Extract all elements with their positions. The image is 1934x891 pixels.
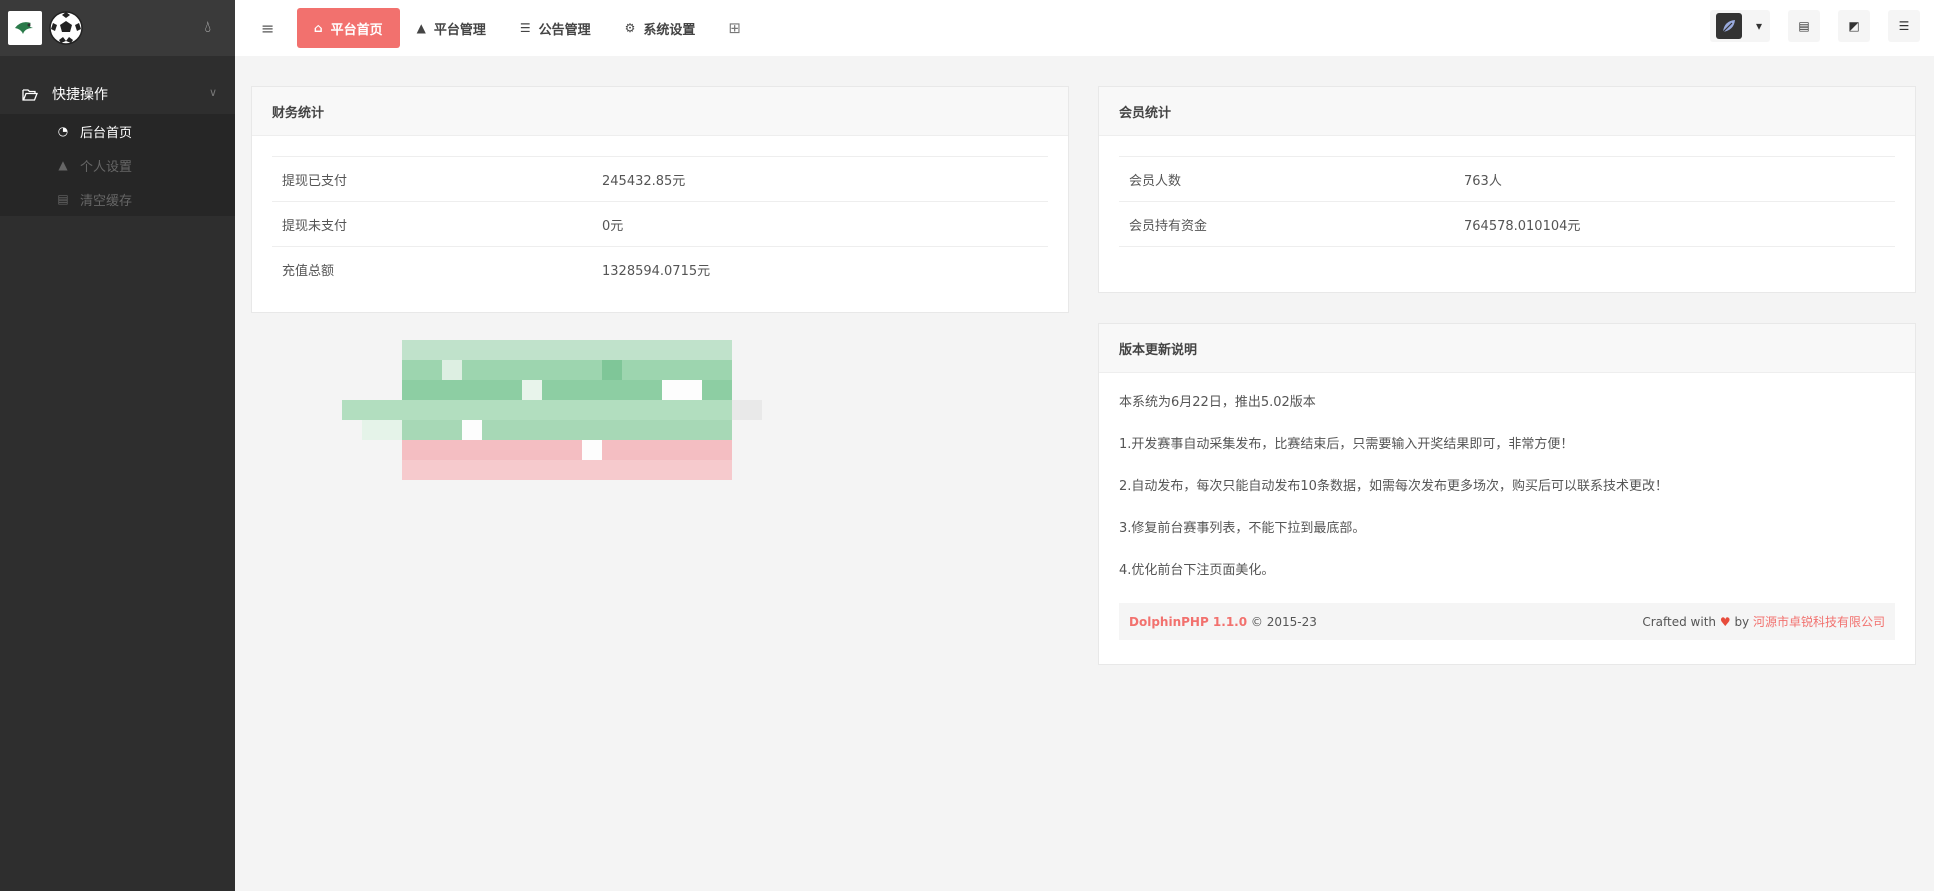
sidebar-item-clear-cache[interactable]: ▤ 清空缓存: [0, 182, 235, 216]
trash-icon: ▤: [1798, 19, 1810, 33]
chevron-down-icon: ∨: [208, 86, 217, 99]
row-label: 提现未支付: [272, 201, 592, 247]
note-line: 1.开发赛事自动采集发布，比赛结束后，只需要输入开奖结果即可，非常方便！: [1119, 437, 1574, 452]
row-value: 0元: [592, 201, 1048, 247]
leaf-icon: [1722, 20, 1735, 33]
brand-logo[interactable]: [8, 11, 42, 45]
sidebar-submenu: ◔ 后台首页 ▲ 个人设置 ▤ 清空缓存: [0, 114, 235, 216]
copyright-text: © 2015-23: [1250, 614, 1317, 629]
brand-link[interactable]: DolphinPHP 1.1.0: [1129, 615, 1247, 629]
note-line: 4.优化前台下注页面美化。: [1119, 563, 1275, 578]
sidebar-item-label: 清空缓存: [80, 193, 133, 209]
menu-toggle-icon[interactable]: ≡: [261, 19, 277, 38]
card-title: 会员统计: [1099, 87, 1915, 136]
settings-panel-button[interactable]: ☰: [1888, 10, 1920, 42]
nav-label: 平台首页: [330, 22, 383, 38]
user-icon: ▲: [58, 158, 68, 172]
note-line: 2.自动发布，每次只能自动发布10条数据，如需每次发布更多场次，购买后可以联系技…: [1119, 479, 1668, 494]
sidebar-group-shortcuts[interactable]: 快捷操作 ∨: [0, 74, 235, 114]
dashboard-icon: ◔: [57, 124, 69, 138]
pixelated-banner-image: [342, 340, 762, 480]
sliders-icon: ☰: [1898, 19, 1910, 33]
finance-stats-card: 财务统计 提现已支付 245432.85元 提现未支付 0元 充值总额 1328…: [251, 86, 1069, 313]
gear-icon: ⚙: [624, 21, 636, 35]
sidebar-menu: 快捷操作 ∨ ◔ 后台首页 ▲ 个人设置 ▤ 清空缓存: [0, 56, 235, 216]
sidebar-group-label: 快捷操作: [52, 87, 108, 103]
theme-drop-icon[interactable]: 💧︎: [205, 17, 211, 37]
by-text: by: [1734, 615, 1750, 629]
apps-grid-icon[interactable]: ⊞: [728, 19, 741, 37]
card-title: 财务统计: [252, 87, 1068, 136]
table-row: 充值总额 1328594.0715元: [272, 246, 1048, 292]
row-value: 764578.010104元: [1454, 201, 1895, 247]
card-title: 版本更新说明: [1099, 324, 1915, 373]
external-link-button[interactable]: ◩: [1838, 10, 1870, 42]
row-value: 1328594.0715元: [592, 246, 1048, 292]
user-menu-button[interactable]: ▾: [1710, 10, 1770, 42]
sidebar-logo: 💧︎: [0, 0, 235, 56]
folder-open-icon: [22, 88, 38, 101]
sidebar-item-label: 个人设置: [80, 159, 133, 175]
soccer-ball-icon: [49, 11, 83, 45]
note-line: 本系统为6月22日，推出5.02版本: [1119, 395, 1316, 410]
row-label: 提现已支付: [272, 156, 592, 202]
table-row: 提现未支付 0元: [272, 201, 1048, 247]
heart-icon: ♥: [1719, 615, 1731, 629]
nav-label: 系统设置: [643, 22, 696, 38]
user-icon: ▲: [416, 21, 426, 35]
nav-label: 平台管理: [433, 22, 486, 38]
sidebar-item-dashboard[interactable]: ◔ 后台首页: [0, 114, 235, 148]
trash-icon: ▤: [57, 192, 69, 206]
finance-table: 提现已支付 245432.85元 提现未支付 0元 充值总额 1328594.0…: [272, 156, 1048, 292]
row-label: 会员人数: [1119, 156, 1454, 202]
nav-platform-management[interactable]: ▲ 平台管理: [400, 8, 503, 48]
row-label: 充值总额: [272, 246, 592, 292]
external-link-icon: ◩: [1848, 19, 1860, 33]
version-notes-card: 版本更新说明 本系统为6月22日，推出5.02版本 1.开发赛事自动采集发布，比…: [1098, 323, 1916, 665]
caret-down-icon: ▾: [1755, 19, 1762, 33]
avatar: [1716, 13, 1742, 39]
row-value: 245432.85元: [592, 156, 1048, 202]
footer-left: DolphinPHP 1.1.0 © 2015-23: [1129, 615, 1317, 629]
member-stats-card: 会员统计 会员人数 763人 会员持有资金 764578.010104元: [1098, 86, 1916, 293]
notes-body: 本系统为6月22日，推出5.02版本 1.开发赛事自动采集发布，比赛结束后，只需…: [1099, 373, 1915, 660]
footer-right: Crafted with ♥ by 河源市卓锐科技有限公司: [1642, 613, 1885, 630]
eagle-icon: [15, 22, 33, 34]
sidebar-item-profile[interactable]: ▲ 个人设置: [0, 148, 235, 182]
nav-announcement-management[interactable]: ☰ 公告管理: [503, 8, 608, 48]
table-row: 会员持有资金 764578.010104元: [1119, 201, 1895, 247]
home-icon: ⌂: [314, 21, 323, 35]
list-icon: ☰: [519, 21, 531, 35]
table-row: 提现已支付 245432.85元: [272, 156, 1048, 202]
row-label: 会员持有资金: [1119, 201, 1454, 247]
sidebar: 💧︎ 快捷操作 ∨ ◔ 后台首页 ▲ 个人设置 ▤ 清空缓存: [0, 0, 235, 891]
crafted-text: Crafted with: [1642, 615, 1717, 629]
card-footer: DolphinPHP 1.1.0 © 2015-23 Crafted with …: [1119, 603, 1895, 640]
nav-label: 公告管理: [538, 22, 591, 38]
sidebar-item-label: 后台首页: [80, 125, 133, 141]
nav-platform-home[interactable]: ⌂ 平台首页: [297, 8, 400, 48]
top-right-tools: ▾ ▤ ◩ ☰: [1692, 10, 1920, 42]
top-navbar: ≡ ⌂ 平台首页 ▲ 平台管理 ☰ 公告管理 ⚙ 系统设置 ⊞ ▾ ▤ ◩ ☰: [235, 0, 1934, 56]
company-link[interactable]: 河源市卓锐科技有限公司: [1753, 615, 1885, 629]
row-value: 763人: [1454, 156, 1895, 202]
note-line: 3.修复前台赛事列表，不能下拉到最底部。: [1119, 521, 1366, 536]
members-table: 会员人数 763人 会员持有资金 764578.010104元: [1119, 156, 1895, 248]
table-row: 会员人数 763人: [1119, 156, 1895, 202]
clear-cache-button[interactable]: ▤: [1788, 10, 1820, 42]
nav-system-settings[interactable]: ⚙ 系统设置: [608, 8, 713, 48]
